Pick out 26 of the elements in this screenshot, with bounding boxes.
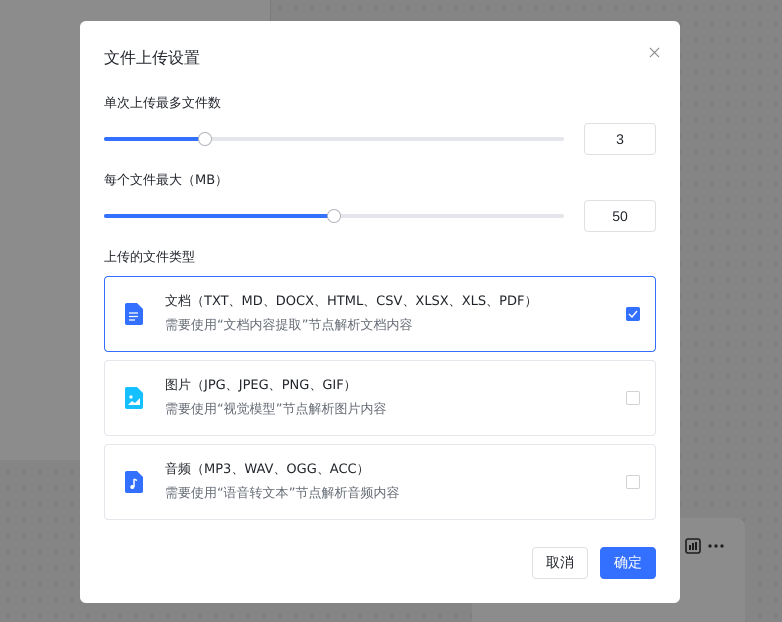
document-icon [125,303,143,325]
chart-icon [685,538,701,554]
dialog-title: 文件上传设置 [104,47,200,69]
setting-label: 每个文件最大（MB） [104,172,230,190]
setting-label: 单次上传最多文件数 [104,95,222,113]
file-type-hint: 需要使用“视觉模型”节点解析图片内容 [165,401,388,419]
section-label: 上传的文件类型 [104,249,196,267]
more-icon[interactable] [708,544,724,548]
file-type-option[interactable]: 文档（TXT、MD、DOCX、HTML、CSV、XLSX、XLS、PDF） 需要使用“文档内容提取”节点解析文档内容 [104,276,656,352]
file-type-title: 文档（TXT、MD、DOCX、HTML、CSV、XLSX、XLS、PDF） [165,293,538,311]
file-type-option[interactable]: 图片（JPG、JPEG、PNG、GIF） 需要使用“视觉模型”节点解析图片内容 [104,360,656,436]
slider-thumb[interactable] [327,209,341,223]
image-file-icon [125,387,143,409]
file-type-hint: 需要使用“语音转文本”节点解析音频内容 [165,485,400,503]
file-type-option[interactable]: 音频（MP3、WAV、OGG、ACC） 需要使用“语音转文本”节点解析音频内容 [104,444,656,520]
file-type-title: 图片（JPG、JPEG、PNG、GIF） [165,377,358,395]
checkbox[interactable] [626,307,640,321]
slider-thumb[interactable] [198,132,212,146]
close-icon[interactable] [649,47,660,58]
file-type-title: 音频（MP3、WAV、OGG、ACC） [165,461,371,479]
number-input[interactable]: 3 [584,123,656,155]
confirm-button[interactable]: 确定 [600,547,656,579]
audio-file-icon [125,471,143,493]
file-type-hint: 需要使用“文档内容提取”节点解析文档内容 [165,317,414,335]
number-input[interactable]: 50 [584,200,656,232]
cancel-button[interactable]: 取消 [532,547,588,579]
